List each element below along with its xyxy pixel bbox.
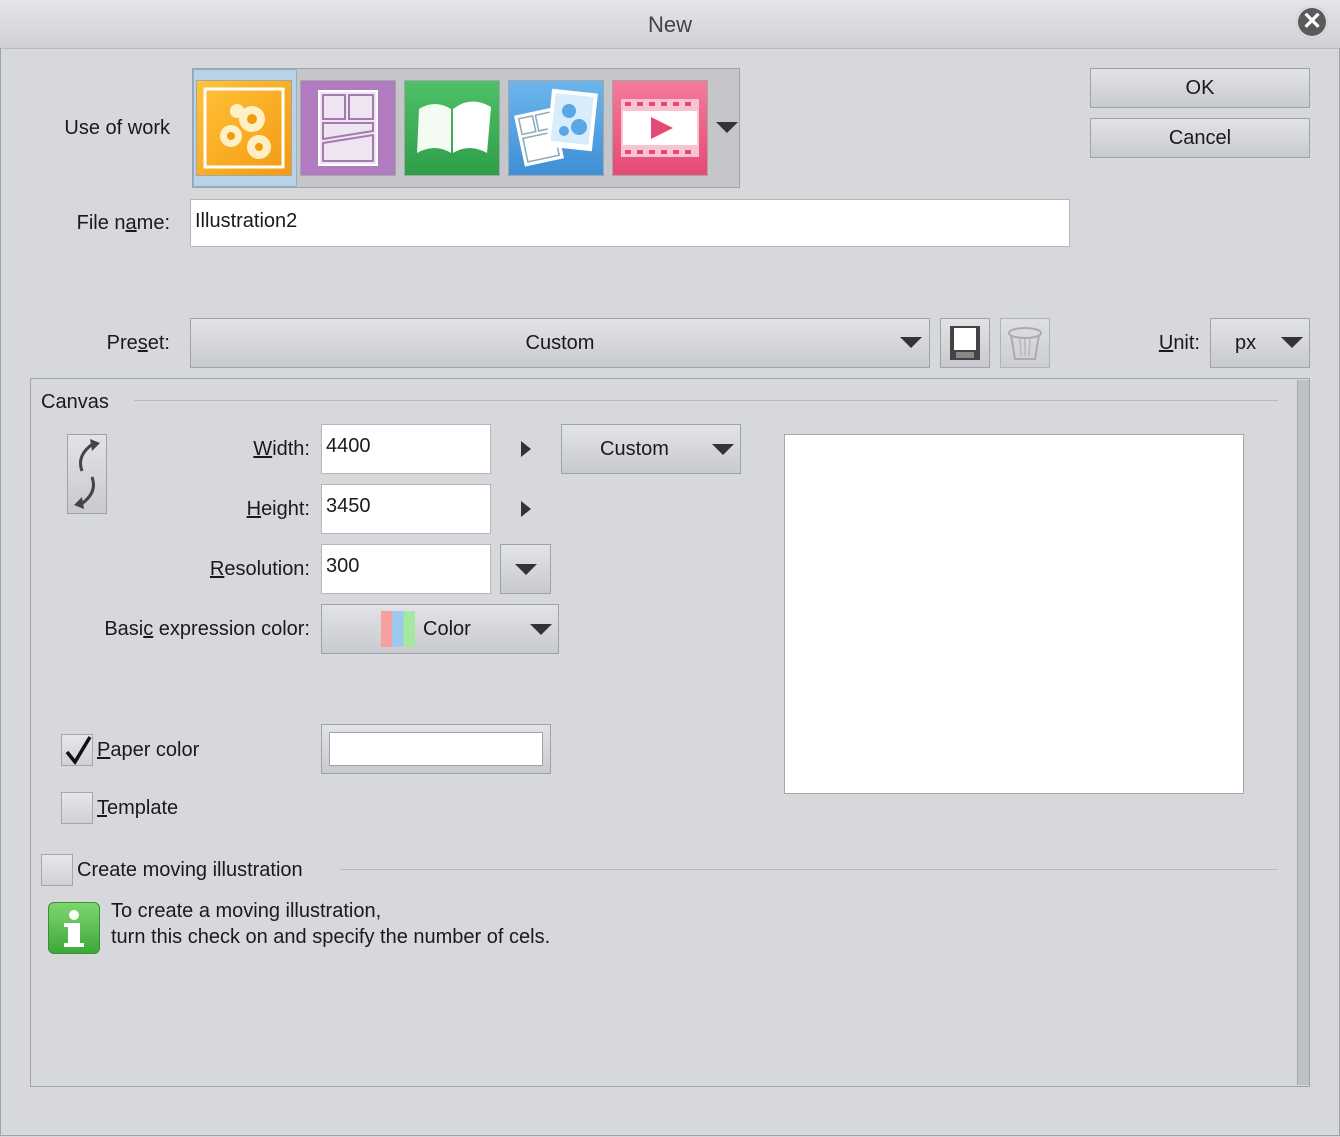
width-arrow-icon[interactable] [521, 441, 531, 457]
expression-color-dropdown-icon [530, 624, 552, 635]
height-input[interactable]: 3450 [321, 484, 491, 534]
window-title: New [647, 12, 692, 37]
canvas-divider [134, 400, 1278, 401]
moving-divider [340, 869, 1278, 870]
info-line-2: turn this check on and specify the numbe… [111, 926, 551, 948]
resolution-label: Resolution: [209, 558, 310, 580]
paper-color-checkbox[interactable] [61, 734, 93, 766]
resolution-dropdown-button[interactable] [500, 544, 551, 594]
ok-button[interactable]: OK [1090, 68, 1310, 108]
webtoon-work-icon[interactable] [508, 80, 604, 176]
unit-value: px [1235, 332, 1257, 354]
width-label: Width: [253, 438, 310, 460]
swap-orientation-button[interactable] [67, 434, 107, 514]
canvas-scrollbar[interactable] [1297, 380, 1309, 1085]
use-of-work-label: Use of work [64, 117, 170, 139]
animation-work-icon[interactable] [612, 80, 708, 176]
info-icon [48, 902, 100, 954]
comic-work-icon[interactable] [300, 80, 396, 176]
paper-color-swatch [329, 732, 543, 766]
swap-arrows-icon [74, 439, 100, 509]
trash-icon [1008, 327, 1042, 360]
save-preset-button[interactable] [940, 318, 990, 368]
delete-preset-button[interactable] [1000, 318, 1050, 368]
preset-value: Custom [525, 332, 595, 354]
color-mode-icon [381, 611, 415, 647]
height-arrow-icon[interactable] [521, 501, 531, 517]
save-icon [950, 326, 980, 360]
preset-label: Preset: [106, 332, 170, 354]
paper-color-label: Paper color [97, 739, 200, 761]
info-line-1: To create a moving illustration, [111, 900, 382, 922]
use-of-work-dropdown-icon[interactable] [716, 122, 738, 133]
expression-color-label: Basic expression color: [104, 618, 310, 640]
expression-color-value: Color [423, 618, 471, 640]
resolution-input[interactable]: 300 [321, 544, 491, 594]
preset-select[interactable]: Custom [190, 318, 930, 368]
size-preset-value: Custom [600, 438, 669, 460]
resolution-dropdown-icon [514, 564, 537, 575]
unit-label: Unit: [1158, 332, 1200, 354]
checkmark-icon [65, 736, 92, 766]
canvas-section-label: Canvas [41, 391, 109, 413]
unit-dropdown-icon [1281, 337, 1303, 348]
template-checkbox[interactable] [61, 792, 93, 824]
preset-dropdown-icon [900, 337, 922, 348]
info-text: To create a moving illustration, turn th… [111, 898, 550, 950]
file-name-input[interactable]: Illustration2 [190, 199, 1070, 247]
moving-illustration-checkbox[interactable] [41, 854, 73, 886]
illustration-work-icon[interactable] [196, 80, 292, 176]
close-icon[interactable]: ✕ [1296, 6, 1328, 38]
canvas-preview [784, 434, 1244, 794]
size-preset-dropdown-icon [712, 444, 734, 455]
book-work-icon[interactable] [404, 80, 500, 176]
moving-illustration-label: Create moving illustration [77, 859, 303, 881]
height-label: Height: [246, 498, 310, 520]
paper-color-button[interactable] [321, 724, 551, 774]
cancel-button[interactable]: Cancel [1090, 118, 1310, 158]
width-input[interactable]: 4400 [321, 424, 491, 474]
file-name-label: File name: [76, 212, 170, 234]
template-label: Template [97, 797, 179, 819]
